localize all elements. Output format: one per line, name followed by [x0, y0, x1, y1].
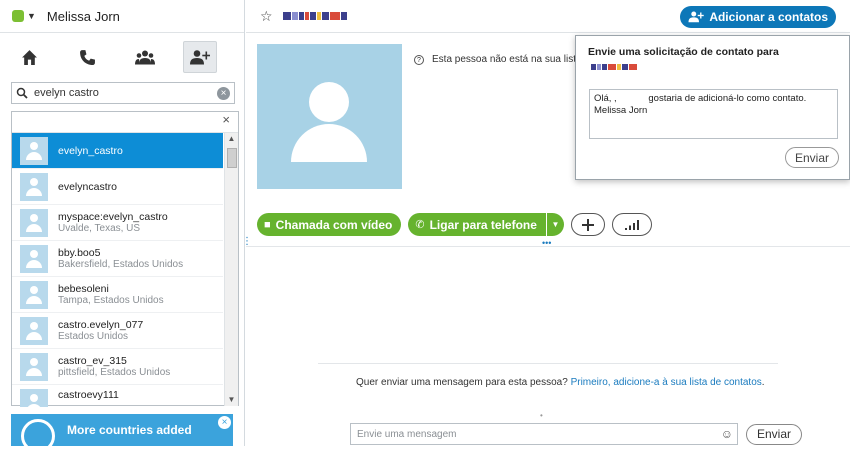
message-placeholder: Envie uma mensagem	[357, 428, 457, 440]
search-value: evelyn castro	[34, 87, 99, 99]
list-item[interactable]: bby.boo5 Bakersfield, Estados Unidos	[12, 241, 223, 277]
scroll-thumb[interactable]	[227, 148, 237, 168]
result-location: Bakersfield, Estados Unidos	[58, 259, 184, 270]
user-name[interactable]: Melissa Jorn	[47, 9, 120, 24]
result-location: pittsfield, Estados Unidos	[58, 367, 171, 378]
contacts-button[interactable]	[116, 35, 174, 79]
avatar	[20, 316, 48, 345]
add-to-contacts-label: Adicionar a contatos	[709, 10, 828, 24]
calls-button[interactable]	[58, 35, 116, 79]
search-input[interactable]: evelyn castro ×	[11, 82, 235, 104]
promo-banner[interactable]: More countries added ×	[11, 414, 233, 453]
call-phone-split-button: ✆ Ligar para telefone ▼	[408, 213, 564, 236]
phone-icon	[79, 49, 95, 65]
conversation-header: ☆ Adicionar a contatos	[246, 0, 850, 33]
home-icon	[21, 49, 37, 65]
call-actions: ■ Chamada com vídeo ✆ Ligar para telefone …	[257, 213, 652, 236]
status-icon[interactable]	[12, 10, 24, 22]
popup-title: Envie uma solicitação de contato para	[588, 46, 779, 58]
message-row: Envie uma mensagem ☺ Enviar	[350, 423, 803, 445]
result-name: evelyncastro	[58, 180, 117, 193]
divider	[246, 246, 850, 247]
chevron-down-icon[interactable]: ▼	[545, 213, 564, 236]
phone-icon: ✆	[415, 219, 425, 231]
left-panel: ▼ Melissa Jorn evelyn castro × × evelyn_…	[0, 0, 245, 453]
result-location: Tampa, Estados Unidos	[58, 295, 164, 306]
call-phone-label: Ligar para telefone	[429, 217, 537, 232]
profile-avatar	[257, 44, 402, 189]
star-icon[interactable]: ☆	[260, 8, 273, 25]
video-icon: ■	[264, 218, 271, 231]
avatar	[20, 208, 48, 237]
video-call-label: Chamada com vídeo	[275, 217, 393, 232]
send-button[interactable]: Enviar	[746, 423, 803, 445]
scroll-down-icon[interactable]: ▼	[225, 394, 238, 406]
list-item[interactable]: bebesoleni Tampa, Estados Unidos	[12, 277, 223, 313]
result-name: evelyn_castro	[58, 144, 123, 157]
list-item[interactable]: castro.evelyn_077 Estados Unidos	[12, 313, 223, 349]
add-contact-nav-button[interactable]	[183, 41, 217, 73]
list-item[interactable]: evelyncastro	[12, 169, 223, 205]
contact-name-pixelated	[282, 12, 347, 20]
plus-icon	[581, 218, 594, 231]
avatar	[20, 389, 48, 412]
list-item[interactable]: evelyn_castro	[12, 133, 223, 169]
list-item[interactable]: myspace:evelyn_castro Uvalde, Texas, US	[12, 205, 223, 241]
close-results-icon[interactable]: ×	[12, 112, 238, 133]
result-name: bebesoleni	[58, 283, 109, 295]
add-person-icon	[190, 49, 210, 64]
call-quality-button[interactable]	[611, 213, 652, 236]
avatar	[20, 280, 48, 309]
results-list: evelyn_castro evelyncastro myspace:evely…	[12, 133, 223, 412]
request-message-field[interactable]: Olá, , gostaria de adicioná-lo como cont…	[589, 89, 838, 139]
add-to-contacts-button[interactable]: Adicionar a contatos	[680, 6, 836, 28]
popup-send-button[interactable]: Enviar	[784, 147, 839, 168]
close-promo-icon[interactable]: ×	[218, 416, 231, 429]
video-call-button[interactable]: ■ Chamada com vídeo	[257, 213, 402, 236]
contact-request-popup: Envie uma solicitação de contato para Ol…	[575, 35, 850, 180]
promo-text: More countries added	[67, 423, 192, 437]
results-scrollbar[interactable]: ▲ ▼	[224, 133, 238, 406]
avatar	[20, 352, 48, 381]
result-location: Estados Unidos	[58, 331, 129, 342]
clear-search-icon[interactable]: ×	[217, 86, 230, 100]
input-resize-handle[interactable]: •	[540, 411, 543, 420]
result-name: castro.evelyn_077	[58, 319, 144, 331]
notice-text: Esta pessoa não está na sua lista	[432, 54, 582, 65]
signal-icon	[624, 219, 639, 230]
chevron-down-icon[interactable]: ▼	[27, 11, 36, 21]
popup-contact-name-pixelated	[576, 58, 849, 70]
chat-notice-text: Quer enviar uma mensagem para esta pesso…	[356, 377, 571, 388]
avatar	[20, 136, 48, 165]
search-results: × evelyn_castro evelyncastro myspace:eve…	[11, 111, 239, 412]
list-item[interactable]: castroevy111	[12, 385, 223, 412]
avatar	[20, 244, 48, 273]
chat-notice-area: Quer enviar uma mensagem para esta pesso…	[318, 363, 778, 390]
add-to-list-link[interactable]: Primeiro, adicione-a à sua lista de cont…	[571, 377, 762, 388]
not-in-list-notice: ? Esta pessoa não está na sua lista	[414, 54, 582, 65]
search-icon	[16, 87, 28, 99]
chat-notice: Quer enviar uma mensagem para esta pesso…	[318, 364, 778, 390]
add-person-icon	[688, 11, 705, 23]
chat-notice-suffix: .	[761, 377, 765, 388]
list-item[interactable]: castro_ev_315 pittsfield, Estados Unidos	[12, 349, 223, 385]
result-name: castroevy111	[58, 389, 119, 401]
result-name: castro_ev_315	[58, 355, 127, 367]
call-phone-button[interactable]: ✆ Ligar para telefone	[408, 213, 546, 236]
home-button[interactable]	[0, 35, 58, 79]
globe-icon	[21, 419, 55, 453]
result-name: myspace:evelyn_castro	[58, 211, 168, 223]
nav-row	[0, 33, 244, 81]
emoticon-icon[interactable]: ☺	[721, 427, 733, 441]
add-button[interactable]	[570, 213, 605, 236]
user-bar[interactable]: ▼ Melissa Jorn	[0, 0, 244, 33]
scroll-up-icon[interactable]: ▲	[225, 133, 238, 145]
result-location: Uvalde, Texas, US	[58, 223, 141, 234]
avatar	[20, 172, 48, 201]
group-icon	[135, 50, 155, 64]
message-input[interactable]: Envie uma mensagem ☺	[350, 423, 738, 445]
info-icon: ?	[414, 54, 424, 65]
result-name: bby.boo5	[58, 247, 101, 259]
